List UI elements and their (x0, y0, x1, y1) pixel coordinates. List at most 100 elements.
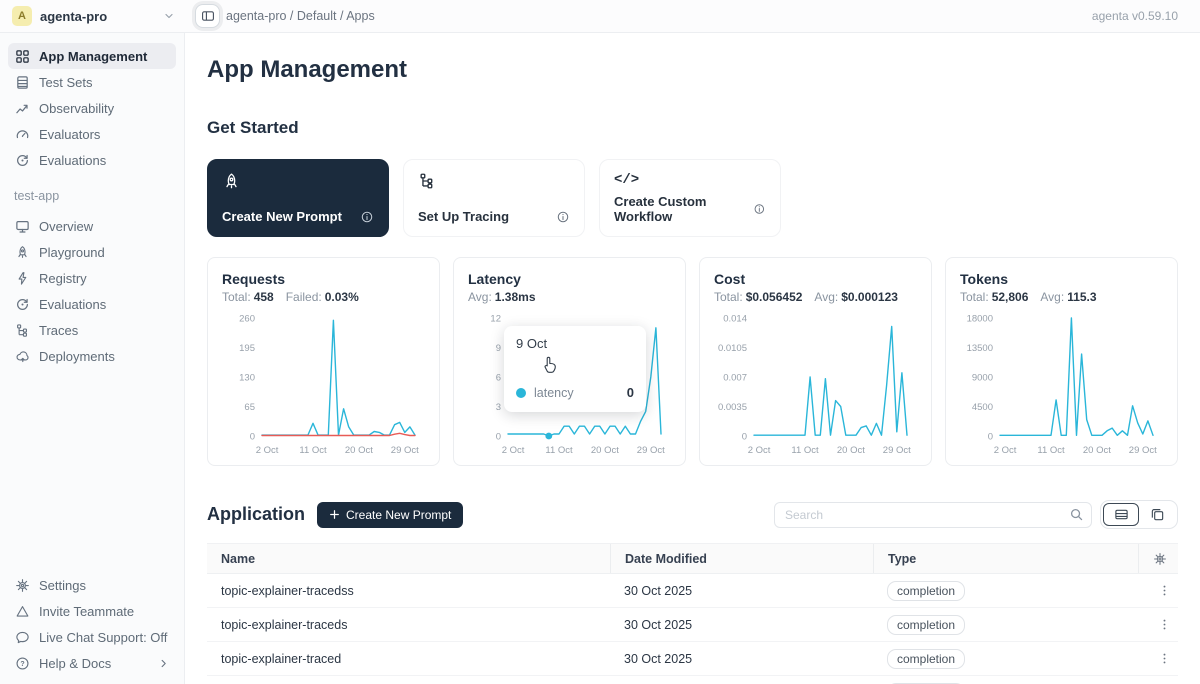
sidebar-item-live-chat[interactable]: Live Chat Support: Off (8, 624, 176, 650)
svg-text:11 Oct: 11 Oct (791, 445, 819, 456)
app-root: A agenta-pro agenta-pro / Default / Apps… (0, 0, 1200, 684)
gear-icon[interactable] (1153, 552, 1167, 566)
panel-left-icon (201, 9, 215, 23)
create-custom-workflow-card[interactable]: </> Create Custom Workflow (599, 159, 781, 237)
button-label: Create New Prompt (346, 508, 451, 522)
info-icon[interactable] (360, 210, 374, 224)
column-header-type[interactable]: Type (873, 544, 1138, 573)
sidebar-item-evaluations-app[interactable]: Evaluations (8, 291, 176, 317)
sidebar-item-label: Invite Teammate (39, 604, 134, 619)
sidebar-item-playground[interactable]: Playground (8, 239, 176, 265)
chat-icon (15, 630, 30, 645)
requests-chart-card[interactable]: Requests Total:458Failed:0.03% 260195130… (207, 257, 440, 466)
sidebar-item-test-sets[interactable]: Test Sets (8, 69, 176, 95)
svg-text:0: 0 (742, 432, 747, 443)
table-row[interactable]: topic-explainer-traced 30 Oct 2025 compl… (207, 642, 1178, 676)
sidebar-item-settings[interactable]: Settings (8, 572, 176, 598)
type-badge: completion (887, 615, 965, 635)
create-new-prompt-card[interactable]: Create New Prompt (207, 159, 389, 237)
svg-text:2 Oct: 2 Oct (994, 445, 1017, 456)
svg-text:9000: 9000 (972, 373, 993, 384)
sidebar-item-label: Evaluations (39, 297, 106, 312)
sidebar-item-label: Settings (39, 578, 86, 593)
table-view-button[interactable] (1103, 503, 1139, 526)
table-row[interactable]: career-assessment 27 Oct 2025 completion (207, 676, 1178, 684)
svg-text:130: 130 (239, 373, 255, 384)
svg-text:4500: 4500 (972, 402, 993, 413)
breadcrumb[interactable]: agenta-pro / Default / Apps (226, 9, 375, 23)
sidebar-item-label: Help & Docs (39, 656, 111, 671)
cost-chart-card[interactable]: Cost Total:$0.056452Avg:$0.000123 0.0140… (699, 257, 932, 466)
sidebar-item-traces[interactable]: Traces (8, 317, 176, 343)
view-toggle (1100, 500, 1178, 529)
svg-text:29 Oct: 29 Oct (883, 445, 911, 456)
info-icon[interactable] (556, 210, 570, 224)
app-date-modified: 30 Oct 2025 (610, 652, 873, 666)
sidebar-collapse-button[interactable] (195, 4, 220, 28)
workspace-selector[interactable]: A agenta-pro (0, 0, 185, 32)
latency-chart-card[interactable]: Latency Avg:1.38ms 1296302 Oct11 Oct20 O… (453, 257, 686, 466)
grid-icon (15, 49, 30, 64)
refresh-icon (15, 153, 30, 168)
sidebar-item-label: Evaluations (39, 153, 106, 168)
sidebar-spacer (8, 369, 176, 572)
kebab-menu-icon (1158, 584, 1171, 597)
sidebar-item-label: Observability (39, 101, 114, 116)
card-view-button[interactable] (1139, 503, 1175, 526)
metrics-charts: Requests Total:458Failed:0.03% 260195130… (207, 257, 1178, 466)
sidebar-item-registry[interactable]: Registry (8, 265, 176, 291)
gear-icon (15, 578, 30, 593)
chart-title: Tokens (960, 271, 1163, 287)
svg-text:2 Oct: 2 Oct (502, 445, 525, 456)
chart-line-icon (15, 101, 30, 116)
search-icon (1069, 507, 1084, 522)
sidebar-item-label: App Management (39, 49, 147, 64)
chart-stats: Total:$0.056452Avg:$0.000123 (714, 290, 917, 304)
sidebar-item-evaluators[interactable]: Evaluators (8, 121, 176, 147)
info-icon[interactable] (753, 202, 766, 216)
sidebar-item-label: Live Chat Support: Off (39, 630, 167, 645)
invite-teammate-icon (15, 604, 30, 619)
svg-text:0.0105: 0.0105 (718, 343, 747, 354)
sidebar-item-observability[interactable]: Observability (8, 95, 176, 121)
svg-text:18000: 18000 (967, 314, 993, 325)
sidebar-item-overview[interactable]: Overview (8, 213, 176, 239)
svg-text:0: 0 (496, 432, 501, 443)
row-menu-button[interactable] (1152, 582, 1177, 599)
refresh-icon (15, 297, 30, 312)
column-header-name[interactable]: Name (207, 544, 610, 573)
chart-title: Latency (468, 271, 671, 287)
row-menu-button[interactable] (1152, 616, 1177, 633)
svg-text:12: 12 (490, 314, 501, 325)
topbar: A agenta-pro agenta-pro / Default / Apps… (0, 0, 1200, 33)
table-view-icon (1114, 507, 1129, 522)
type-badge: completion (887, 581, 965, 601)
row-menu-button[interactable] (1152, 650, 1177, 667)
svg-text:0.014: 0.014 (723, 314, 747, 325)
card-view-icon (1150, 507, 1165, 522)
svg-text:11 Oct: 11 Oct (299, 445, 327, 456)
svg-text:6: 6 (496, 373, 501, 384)
table-header: Name Date Modified Type (207, 544, 1178, 574)
gauge-icon (15, 127, 30, 142)
search-input[interactable] (774, 502, 1092, 528)
sidebar-item-deployments[interactable]: Deployments (8, 343, 176, 369)
set-up-tracing-card[interactable]: Set Up Tracing (403, 159, 585, 237)
chevron-right-icon (158, 658, 169, 669)
sidebar-item-help-docs[interactable]: ? Help & Docs (8, 650, 176, 676)
sidebar-item-app-management[interactable]: App Management (8, 43, 176, 69)
column-header-date-modified[interactable]: Date Modified (610, 544, 873, 573)
sidebar-item-evaluations[interactable]: Evaluations (8, 147, 176, 173)
svg-text:29 Oct: 29 Oct (1129, 445, 1157, 456)
table-row[interactable]: topic-explainer-tracedss 30 Oct 2025 com… (207, 574, 1178, 608)
table-row[interactable]: topic-explainer-traceds 30 Oct 2025 comp… (207, 608, 1178, 642)
svg-text:195: 195 (239, 343, 255, 354)
type-badge: completion (887, 649, 965, 669)
chart-stats: Total:52,806Avg:115.3 (960, 290, 1163, 304)
monitor-icon (15, 219, 30, 234)
sidebar-item-invite-teammate[interactable]: Invite Teammate (8, 598, 176, 624)
create-new-prompt-button[interactable]: Create New Prompt (317, 502, 463, 528)
app-name: topic-explainer-tracedss (207, 584, 610, 598)
sidebar-item-label: Registry (39, 271, 87, 286)
tokens-chart-card[interactable]: Tokens Total:52,806Avg:115.3 18000135009… (945, 257, 1178, 466)
